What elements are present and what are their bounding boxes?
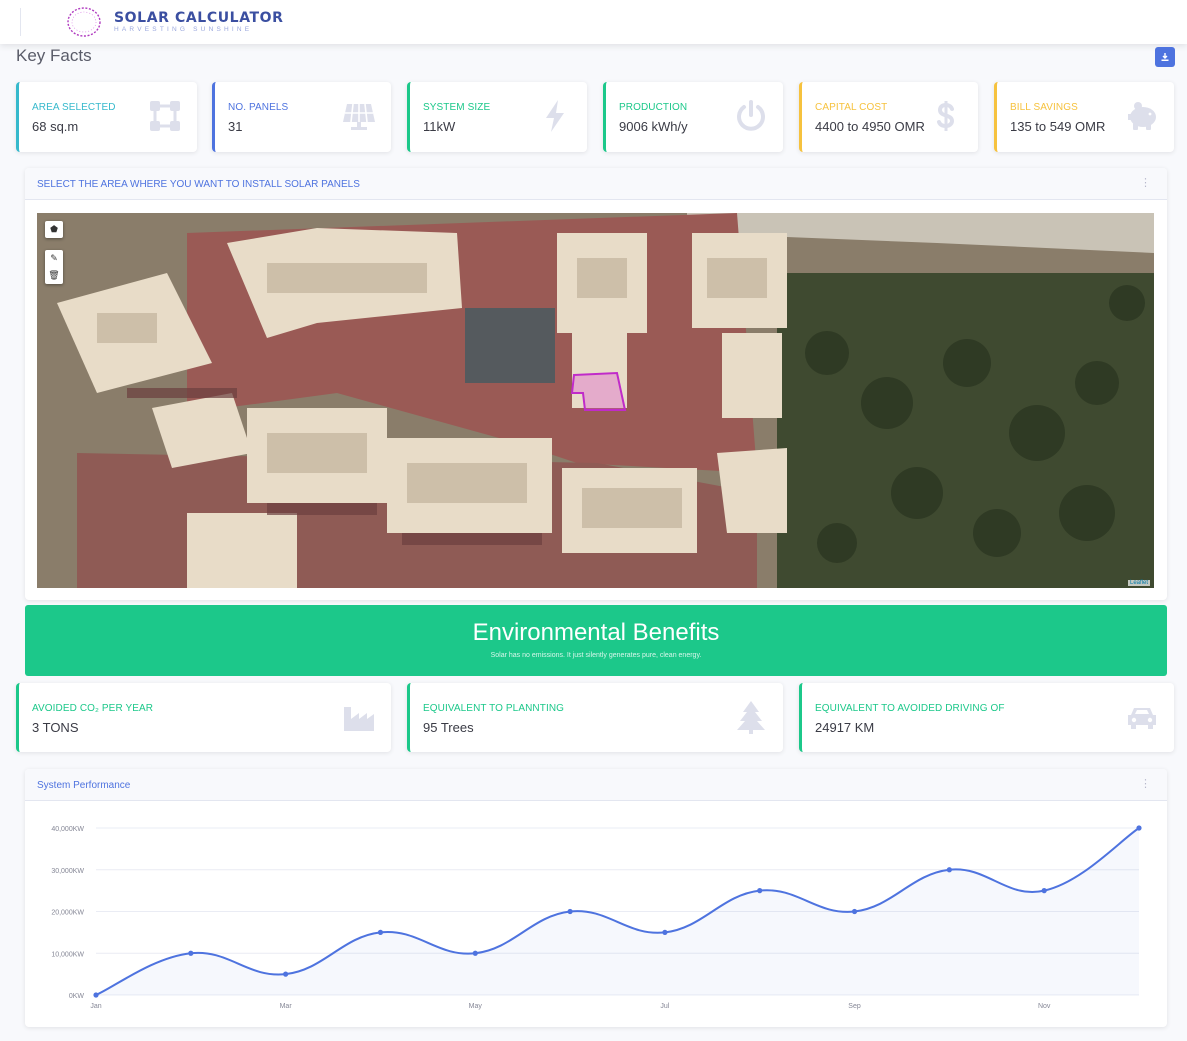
data-point	[188, 950, 194, 956]
topbar: SOLAR CALCULATOR HARVESTING SUNSHINE	[0, 0, 1187, 44]
page-title: Key Facts	[16, 46, 92, 65]
x-tick-label: Sep	[848, 1003, 861, 1010]
chart-card-header: System Performance ⋮	[25, 769, 1167, 801]
delete-icon[interactable]: 🗑	[45, 267, 63, 284]
car-icon	[1128, 708, 1156, 729]
draw-polygon-icon[interactable]: ⬟	[45, 221, 63, 238]
env-stat-value: 95 Trees	[423, 720, 474, 735]
power-icon	[737, 100, 765, 131]
topbar-divider	[20, 8, 21, 36]
stat-label: BILL SAVINGS	[1010, 102, 1078, 113]
piggy-bank-icon	[1128, 102, 1156, 130]
data-point	[567, 908, 573, 915]
industry-icon	[344, 707, 374, 731]
more-options-icon[interactable]: ⋮	[1140, 777, 1151, 790]
environmental-benefits-banner: Environmental Benefits Solar has no emis…	[25, 605, 1167, 676]
map-card: SELECT THE AREA WHERE YOU WANT TO INSTAL…	[25, 168, 1167, 600]
x-tick-label: May	[469, 1003, 483, 1010]
stat-card-production: PRODUCTION 9006 kWh/y	[603, 82, 783, 152]
stat-value: 68 sq.m	[32, 119, 79, 134]
more-options-icon[interactable]: ⋮	[1140, 176, 1151, 189]
stat-label: NO. PANELS	[228, 102, 289, 113]
performance-chart-svg: 0KW 10,000KW 20,000KW 30,000KW 40,000KW Jan Ma…	[51, 825, 1142, 1010]
stat-card-area: AREA SELECTED 68 sq.m	[16, 82, 197, 152]
download-icon	[1161, 53, 1169, 61]
bolt-icon	[546, 100, 564, 132]
y-tick-label: 20,000KW	[51, 910, 84, 917]
env-stat-label: AVOIDED CO₂ PER YEAR	[32, 703, 154, 714]
chart-card-title: System Performance	[37, 780, 131, 791]
download-button[interactable]	[1155, 47, 1175, 67]
y-tick-label: 10,000KW	[51, 951, 84, 958]
data-point	[851, 908, 858, 915]
tree-icon	[737, 701, 765, 734]
env-card-driving: EQUIVALENT TO AVOIDED DRIVING OF 24917 K…	[799, 683, 1174, 752]
stat-value: 135 to 549 OMR	[1010, 119, 1106, 134]
x-tick-label: Jan	[90, 1003, 101, 1010]
env-title: Environmental Benefits	[472, 619, 720, 646]
stat-label: PRODUCTION	[619, 102, 688, 113]
map-card-header: SELECT THE AREA WHERE YOU WANT TO INSTAL…	[25, 168, 1167, 200]
map-card-title: SELECT THE AREA WHERE YOU WANT TO INSTAL…	[37, 179, 360, 190]
stat-value: 31	[228, 119, 243, 134]
edit-icon[interactable]: ✎	[45, 250, 63, 267]
x-tick-label: Jul	[660, 1003, 669, 1010]
data-point	[93, 992, 99, 998]
stat-value: 11kW	[423, 119, 456, 134]
chart-card: System Performance ⋮ 0KW 10,000KW 20,000KW…	[25, 769, 1167, 1027]
stat-value: 9006 kWh/y	[619, 119, 688, 134]
data-point	[662, 929, 668, 935]
y-tick-label: 40,000KW	[51, 826, 84, 833]
stat-card-bill-savings: BILL SAVINGS 135 to 549 OMR	[994, 82, 1174, 152]
brand-title: SOLAR CALCULATOR	[114, 9, 284, 26]
env-card-co2: AVOIDED CO₂ PER YEAR 3 TONS	[16, 683, 391, 752]
leaflet-attribution[interactable]: Leaflet	[1127, 580, 1150, 586]
stat-card-system-size: SYSTEM SIZE 11kW	[407, 82, 587, 152]
stat-label: CAPITAL COST	[815, 102, 888, 113]
data-point	[283, 971, 289, 977]
data-point	[377, 929, 384, 935]
solar-panel-icon	[343, 103, 375, 130]
env-subtitle: Solar has no emissions. It just silently…	[490, 652, 702, 659]
map-imagery	[37, 213, 1154, 588]
data-point	[757, 888, 763, 894]
env-card-trees: EQUIVALENT TO PLANNTING 95 Trees	[407, 683, 783, 752]
env-stat-label: EQUIVALENT TO AVOIDED DRIVING OF	[815, 703, 1005, 714]
data-point	[946, 867, 952, 873]
stat-value: 4400 to 4950 OMR	[815, 119, 925, 134]
brand-tagline: HARVESTING SUNSHINE	[114, 25, 253, 33]
env-stat-label: EQUIVALENT TO PLANNTING	[423, 703, 565, 714]
data-point	[1041, 888, 1047, 894]
sun-logo-icon	[67, 7, 101, 37]
satellite-map[interactable]: ⬟ ✎ 🗑 Leaflet	[37, 213, 1154, 588]
stat-label: AREA SELECTED	[32, 102, 116, 113]
y-tick-label: 0KW	[69, 993, 85, 1000]
stat-label: SYSTEM SIZE	[423, 102, 491, 113]
vector-square-icon	[150, 101, 180, 131]
stat-card-capital-cost: CAPITAL COST 4400 to 4950 OMR	[799, 82, 978, 152]
stat-card-panels: NO. PANELS 31	[212, 82, 391, 152]
x-tick-label: Mar	[280, 1003, 293, 1010]
data-point	[472, 950, 478, 956]
env-stat-value: 3 TONS	[32, 720, 79, 735]
x-tick-label: Nov	[1038, 1003, 1051, 1010]
brand-logo[interactable]: SOLAR CALCULATOR HARVESTING SUNSHINE	[66, 5, 284, 39]
edit-toolbar: ✎ 🗑	[45, 250, 63, 284]
y-tick-label: 30,000KW	[51, 868, 84, 875]
env-stat-value: 24917 KM	[815, 720, 875, 735]
dollar-icon	[937, 101, 955, 131]
performance-chart: 0KW 10,000KW 20,000KW 30,000KW 40,000KW Jan Ma…	[25, 801, 1167, 1032]
data-point	[1136, 825, 1142, 831]
draw-toolbar: ⬟	[45, 221, 63, 238]
